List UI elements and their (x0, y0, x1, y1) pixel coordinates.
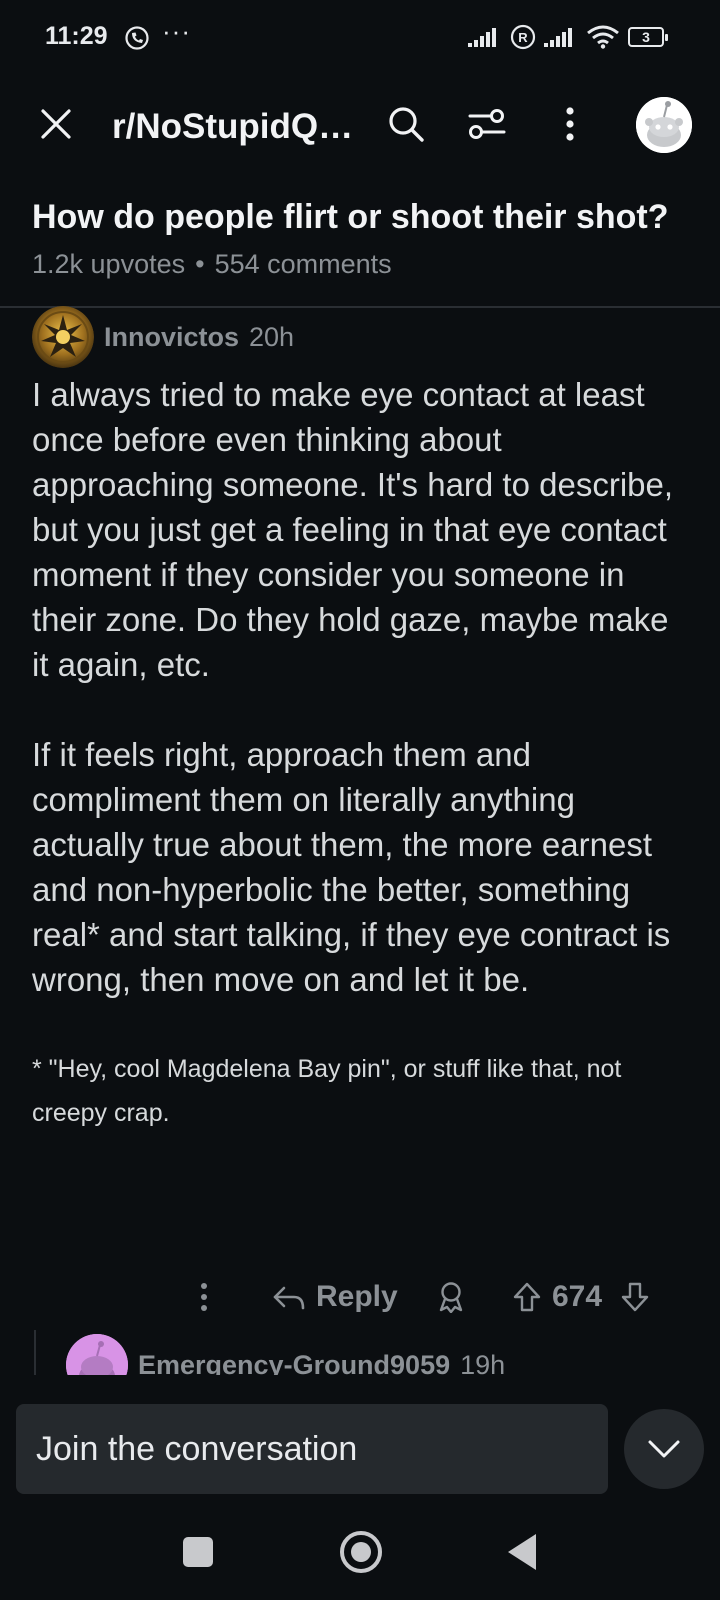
thread-line[interactable] (34, 1330, 36, 1378)
battery-icon: 3 (628, 27, 668, 47)
post-header[interactable]: How do people flirt or shoot their shot?… (32, 198, 692, 280)
meta-separator: • (195, 249, 205, 279)
roaming-icon: R (510, 24, 536, 50)
post-title[interactable]: How do people flirt or shoot their shot? (32, 198, 672, 237)
comment-actions: Reply 674 (0, 1272, 720, 1322)
sort-filter-button[interactable] (465, 102, 509, 146)
comment-more-button[interactable] (198, 1272, 210, 1322)
back-button[interactable] (508, 1534, 536, 1570)
collapse-thread-button[interactable] (624, 1409, 704, 1489)
user-avatar[interactable] (636, 97, 692, 153)
clock: 11:29 (45, 22, 108, 50)
recents-button[interactable] (183, 1537, 213, 1567)
comment-score: 674 (552, 1272, 602, 1322)
snoo-avatar-icon (636, 97, 692, 153)
search-button[interactable] (384, 102, 428, 146)
search-icon (389, 107, 424, 142)
comment-footnote: * "Hey, cool Magdelena Bay pin", or stuf… (32, 1055, 622, 1127)
battery-level: 3 (642, 29, 650, 45)
comment-paragraph: If it feels right, approach them and com… (32, 736, 671, 998)
system-nav-bar (0, 1510, 720, 1600)
score-value: 674 (552, 1280, 603, 1313)
downvote-button[interactable] (620, 1272, 650, 1322)
viber-icon (125, 26, 149, 50)
comment-paragraph: I always tried to make eye contact at le… (32, 376, 674, 683)
signal-icon (468, 28, 496, 47)
more-vertical-icon (566, 107, 574, 141)
comment-age: 20h (249, 321, 295, 352)
award-button[interactable] (436, 1272, 466, 1322)
author-avatar[interactable] (32, 306, 94, 368)
reply-button[interactable]: Reply (272, 1272, 398, 1322)
comment-header: Innovictos 20h (32, 306, 294, 368)
comment-composer[interactable]: Join the conversation (16, 1404, 608, 1494)
reply-label: Reply (316, 1280, 398, 1313)
upvote-count: 1.2k upvotes (32, 249, 186, 279)
close-icon (41, 109, 71, 139)
upvote-button[interactable] (512, 1272, 542, 1322)
top-app-bar: r/NoStupidQuestions (0, 80, 720, 170)
more-notifications: ··· (162, 16, 191, 46)
downvote-arrow-icon (621, 1282, 649, 1312)
status-bar: 11:29 ··· R 3 (0, 0, 720, 80)
comment-author[interactable]: Innovictos (104, 322, 239, 353)
home-button[interactable] (340, 1531, 382, 1573)
upvote-arrow-icon (513, 1282, 541, 1312)
post-stats: 1.2k upvotes • 554 comments (32, 249, 692, 280)
filter-icon (468, 109, 506, 139)
composer-placeholder: Join the conversation (36, 1429, 358, 1468)
close-button[interactable] (34, 102, 78, 146)
sun-emblem-avatar-icon (32, 306, 94, 368)
status-icons: R 3 (468, 24, 668, 50)
award-icon (439, 1282, 463, 1313)
subreddit-name[interactable]: r/NoStupidQuestions (112, 107, 362, 147)
more-vertical-icon (201, 1283, 207, 1311)
wifi-icon (587, 25, 619, 49)
chevron-down-icon (648, 1440, 680, 1458)
signal-icon (544, 28, 572, 47)
comment-count: 554 comments (214, 249, 392, 279)
svg-text:R: R (518, 30, 528, 45)
comment-body: I always tried to make eye contact at le… (32, 372, 682, 1180)
reply-arrow-icon (273, 1286, 305, 1310)
more-options-button[interactable] (548, 102, 592, 146)
